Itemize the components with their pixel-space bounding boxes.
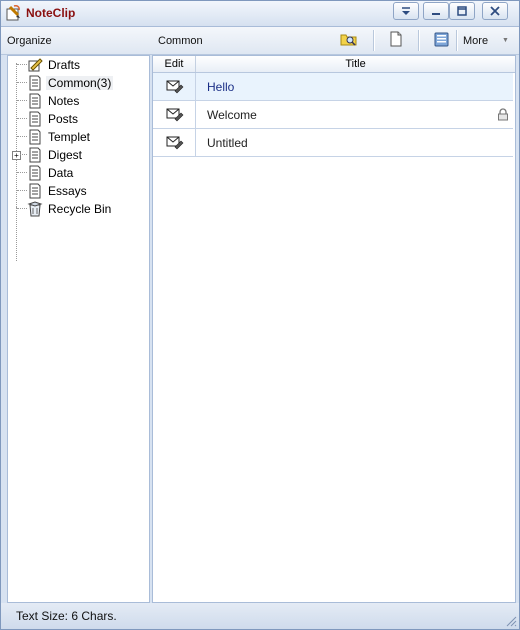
list-row[interactable]: Hello [153,73,513,101]
tree-item-label: Digest [48,148,83,162]
recycle-bin-icon [27,201,43,220]
tree-item-templet[interactable]: Templet [8,128,148,146]
tree-item-label: Templet [48,130,91,144]
note-title: Untitled [207,136,248,150]
organize-label: Organize [7,35,52,47]
edit-note-icon [166,108,184,122]
tree-item-label: Drafts [48,58,81,72]
tree-item-digest[interactable]: + Digest [8,146,148,164]
tree-item-label: Common(3) [46,76,114,90]
folder-search-icon [340,34,357,46]
tree-item-label: Recycle Bin [48,202,112,216]
column-header-title[interactable]: Title [196,56,515,72]
tree-item-drafts[interactable]: Drafts [8,56,148,74]
edit-cell[interactable] [153,73,196,100]
toolbar: Organize Common More ▼ [1,27,519,55]
tree-item-label: Posts [48,112,79,126]
toolbar-separator [456,30,458,51]
expand-icon[interactable]: + [12,151,21,160]
tree-item-label: Data [48,166,74,180]
tree-item-essays[interactable]: Essays [8,182,148,200]
toolbar-separator [373,30,375,51]
view-button[interactable] [433,31,453,49]
note-title: Welcome [207,108,257,122]
edit-note-icon [166,80,184,94]
list-header: Edit Title [153,56,515,73]
edit-note-icon [166,136,184,150]
window-title: NoteClip [26,6,76,20]
tree-item-recycle-bin[interactable]: Recycle Bin [8,200,148,218]
resize-grip-icon[interactable] [505,615,517,630]
book-icon [434,32,449,47]
app-window: NoteClip Organize Common More ▼ Drafts C… [0,0,520,630]
tree-item-common[interactable]: Common(3) [8,74,148,92]
tree-item-posts[interactable]: Posts [8,110,148,128]
tree-item-label: Essays [48,184,87,198]
dropdown-arrow-icon [402,7,410,15]
maximize-icon [457,6,467,16]
notes-list[interactable]: Edit Title Hello Welcome Untitled [152,55,516,603]
menu-dropdown-button[interactable] [393,2,419,20]
list-row[interactable]: Welcome [153,101,513,129]
current-folder-label: Common [158,35,203,47]
lock-icon [497,108,509,124]
more-button[interactable]: More [463,35,488,47]
app-logo-icon [5,5,23,22]
new-note-button[interactable] [388,31,408,49]
search-notes-button[interactable] [340,31,360,49]
tree-item-data[interactable]: Data [8,164,148,182]
list-row[interactable]: Untitled [153,129,513,157]
tree-item-notes[interactable]: Notes [8,92,148,110]
close-button[interactable] [482,2,508,20]
note-title: Hello [207,80,235,94]
tree-item-label: Notes [48,94,80,108]
edit-cell[interactable] [153,101,196,128]
new-document-icon [390,31,402,47]
title-bar[interactable]: NoteClip [1,1,519,27]
column-header-edit[interactable]: Edit [153,56,196,72]
status-bar: Text Size: 6 Chars. [1,603,519,629]
minimize-icon [432,13,440,15]
edit-cell[interactable] [153,129,196,156]
folder-tree[interactable]: Drafts Common(3) Notes Posts Templet + D… [7,55,150,603]
close-icon [490,6,500,16]
more-caret-icon[interactable]: ▼ [502,37,509,44]
minimize-button[interactable] [423,2,449,20]
status-text: Text Size: 6 Chars. [16,609,117,623]
maximize-button[interactable] [449,2,475,20]
toolbar-separator [418,30,420,51]
